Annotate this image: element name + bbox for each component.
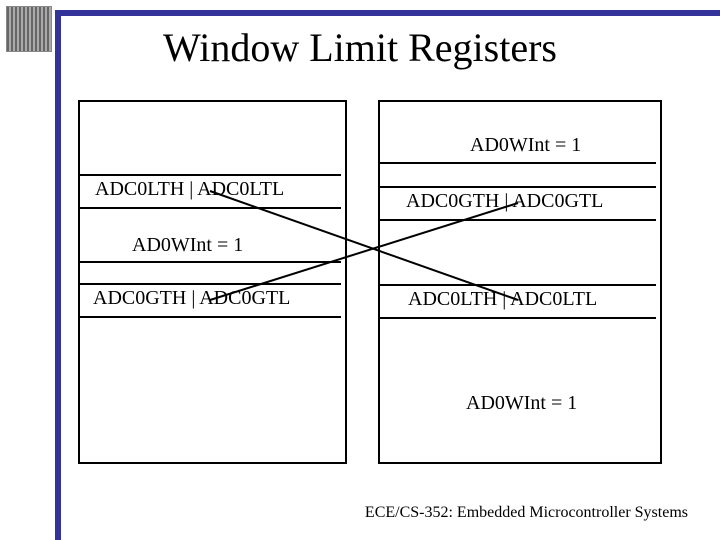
left-lower-threshold: ADC0GTH | ADC0GTL [93, 287, 290, 310]
right-lower-threshold: ADC0LTH | ADC0LTL [408, 288, 597, 311]
footer-text: ECE/CS-352: Embedded Microcontroller Sys… [365, 504, 688, 522]
rule-left [55, 10, 61, 540]
page-title: Window Limit Registers [0, 24, 720, 71]
rule-top [55, 10, 720, 16]
right-interrupt-bottom: AD0WInt = 1 [466, 392, 577, 415]
diagram-left [78, 100, 347, 464]
left-upper-threshold: ADC0LTH | ADC0LTL [95, 178, 284, 201]
left-interrupt-label: AD0WInt = 1 [132, 234, 243, 257]
slide: Window Limit Registers ADC0LTH | ADC0LTL… [0, 0, 720, 540]
right-interrupt-top: AD0WInt = 1 [470, 134, 581, 157]
right-upper-threshold: ADC0GTH | ADC0GTL [406, 190, 603, 213]
